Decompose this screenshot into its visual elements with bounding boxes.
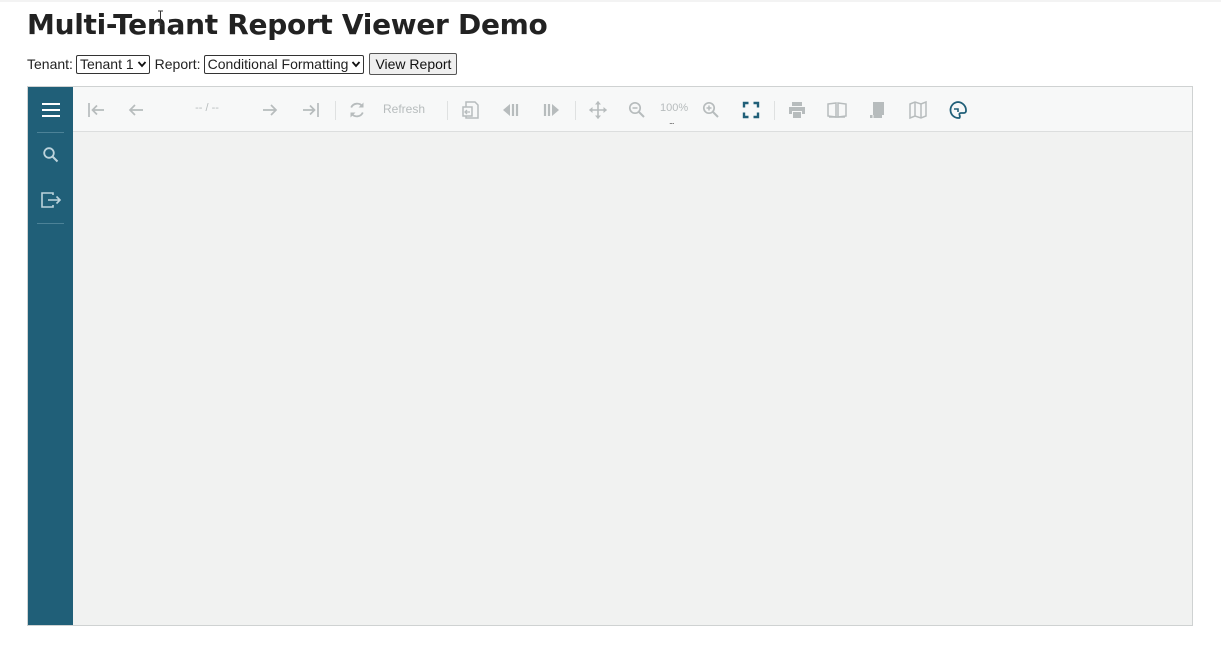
map-view-icon [909, 100, 927, 120]
search-icon [42, 147, 58, 163]
top-border [0, 0, 1221, 2]
back-to-parent-icon [462, 101, 479, 119]
report-viewer: -- / -- Refresh 100% ... [27, 86, 1193, 626]
fullscreen-icon [742, 101, 760, 119]
first-page-icon [88, 103, 104, 117]
refresh-icon [350, 102, 364, 118]
print-icon [789, 102, 805, 118]
report-select[interactable]: Conditional Formatting [203, 54, 365, 74]
next-section-button[interactable] [539, 98, 563, 122]
viewer-sidebar [28, 87, 73, 625]
single-page-view-button[interactable] [865, 98, 889, 122]
viewer-toolbar: -- / -- Refresh 100% ... [73, 87, 1192, 132]
last-page-icon [303, 103, 319, 117]
tenant-select[interactable]: Tenant 1 [75, 54, 150, 74]
refresh-label[interactable]: Refresh [383, 102, 425, 116]
view-report-button[interactable]: View Report [369, 53, 458, 75]
last-page-button[interactable] [299, 98, 323, 122]
next-page-button[interactable] [258, 98, 282, 122]
controls-bar: Tenant: Tenant 1 Report: Conditional For… [27, 53, 458, 75]
next-section-icon [543, 104, 559, 116]
sidebar-menu-button[interactable] [28, 88, 73, 132]
chevron-down-icon [137, 61, 146, 68]
single-page-icon [870, 102, 884, 118]
continuous-view-icon [827, 102, 847, 118]
next-page-icon [263, 104, 278, 116]
page-indicator[interactable]: -- / -- [190, 102, 224, 114]
fullscreen-button[interactable] [739, 98, 763, 122]
first-page-button[interactable] [84, 98, 108, 122]
report-content-area[interactable] [73, 132, 1192, 625]
zoom-in-icon [702, 101, 719, 118]
toolbar-divider [575, 101, 576, 120]
tenant-label: Tenant: [27, 56, 73, 72]
zoom-out-icon [628, 101, 645, 118]
zoom-in-button[interactable] [699, 98, 723, 122]
previous-section-button[interactable] [499, 98, 523, 122]
previous-page-icon [128, 104, 143, 116]
report-label: Report: [154, 56, 201, 72]
zoom-out-button[interactable] [625, 98, 649, 122]
previous-section-icon [503, 104, 519, 116]
report-select-value: Conditional Formatting [207, 56, 349, 72]
previous-page-button[interactable] [124, 98, 148, 122]
sidebar-export-button[interactable] [28, 178, 73, 222]
chevron-down-icon [352, 61, 361, 68]
theme-button[interactable] [946, 98, 970, 122]
continuous-view-button[interactable] [825, 98, 849, 122]
zoom-options-indicator[interactable]: ... [669, 116, 674, 126]
toolbar-divider [447, 101, 448, 120]
sidebar-search-button[interactable] [28, 133, 73, 177]
page-title: Multi-Tenant Report Viewer Demo [27, 8, 548, 41]
hamburger-menu-icon [41, 103, 60, 117]
back-to-parent-button[interactable] [459, 98, 483, 122]
refresh-button[interactable] [345, 98, 369, 122]
text-cursor-icon [158, 10, 163, 26]
export-icon [40, 192, 61, 208]
tenant-select-value: Tenant 1 [79, 56, 134, 72]
toolbar-divider [335, 101, 336, 120]
pan-icon [589, 101, 607, 119]
map-view-button[interactable] [906, 98, 930, 122]
print-button[interactable] [785, 98, 809, 122]
zoom-value[interactable]: 100% [660, 102, 688, 114]
pan-mode-button[interactable] [586, 98, 610, 122]
theme-icon [949, 101, 967, 119]
toolbar-divider [774, 101, 775, 120]
sidebar-divider [37, 223, 64, 224]
